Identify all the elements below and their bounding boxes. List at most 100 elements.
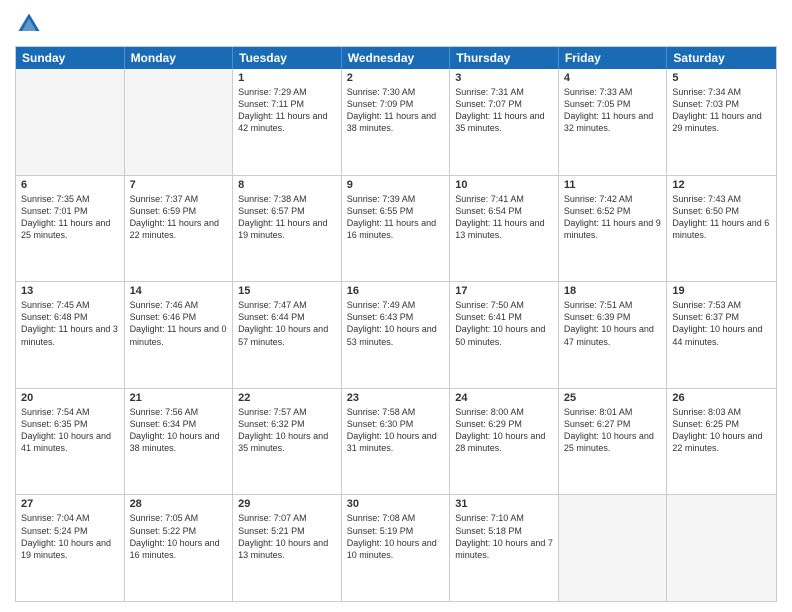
day-number: 9	[347, 179, 445, 191]
day-number: 29	[238, 498, 336, 510]
cell-info: Sunrise: 7:29 AM Sunset: 7:11 PM Dayligh…	[238, 86, 336, 135]
cal-cell	[667, 495, 776, 601]
cal-cell: 14 Sunrise: 7:46 AM Sunset: 6:46 PM Dayli…	[125, 282, 234, 388]
day-number: 17	[455, 285, 553, 297]
day-number: 28	[130, 498, 228, 510]
cell-info: Sunrise: 7:05 AM Sunset: 5:22 PM Dayligh…	[130, 512, 228, 561]
cell-info: Sunrise: 7:30 AM Sunset: 7:09 PM Dayligh…	[347, 86, 445, 135]
cal-row: 6Sunrise: 7:35 AM Sunset: 7:01 PM Daylig…	[16, 175, 776, 282]
cal-cell: 4Sunrise: 7:33 AM Sunset: 7:05 PM Daylig…	[559, 69, 668, 175]
cal-cell: 27 Sunrise: 7:04 AM Sunset: 5:24 PM Dayli…	[16, 495, 125, 601]
day-number: 8	[238, 179, 336, 191]
cell-info: Sunrise: 7:58 AM Sunset: 6:30 PM Dayligh…	[347, 406, 445, 455]
cell-info: Sunrise: 7:53 AM Sunset: 6:37 PM Dayligh…	[672, 299, 771, 348]
cell-info: Sunrise: 7:39 AM Sunset: 6:55 PM Dayligh…	[347, 193, 445, 242]
cell-info: Sunrise: 8:03 AM Sunset: 6:25 PM Dayligh…	[672, 406, 771, 455]
cal-cell: 22 Sunrise: 7:57 AM Sunset: 6:32 PM Dayli…	[233, 389, 342, 495]
cell-info: Sunrise: 8:01 AM Sunset: 6:27 PM Dayligh…	[564, 406, 662, 455]
day-number: 3	[455, 72, 553, 84]
day-number: 15	[238, 285, 336, 297]
day-number: 16	[347, 285, 445, 297]
cal-header-day: Tuesday	[233, 47, 342, 69]
cal-header-day: Monday	[125, 47, 234, 69]
cell-info: Sunrise: 7:31 AM Sunset: 7:07 PM Dayligh…	[455, 86, 553, 135]
page: SundayMondayTuesdayWednesdayThursdayFrid…	[0, 0, 792, 612]
day-number: 22	[238, 392, 336, 404]
logo-icon	[15, 10, 43, 38]
cal-cell: 21Sunrise: 7:56 AM Sunset: 6:34 PM Dayli…	[125, 389, 234, 495]
cell-info: Sunrise: 7:51 AM Sunset: 6:39 PM Dayligh…	[564, 299, 662, 348]
cal-header-day: Sunday	[16, 47, 125, 69]
cell-info: Sunrise: 7:49 AM Sunset: 6:43 PM Dayligh…	[347, 299, 445, 348]
day-number: 30	[347, 498, 445, 510]
cal-cell: 16 Sunrise: 7:49 AM Sunset: 6:43 PM Dayli…	[342, 282, 451, 388]
cal-cell: 26 Sunrise: 8:03 AM Sunset: 6:25 PM Dayli…	[667, 389, 776, 495]
day-number: 26	[672, 392, 771, 404]
cell-info: Sunrise: 7:54 AM Sunset: 6:35 PM Dayligh…	[21, 406, 119, 455]
cal-row: 27 Sunrise: 7:04 AM Sunset: 5:24 PM Dayli…	[16, 494, 776, 601]
day-number: 11	[564, 179, 662, 191]
day-number: 14	[130, 285, 228, 297]
cell-info: Sunrise: 7:34 AM Sunset: 7:03 PM Dayligh…	[672, 86, 771, 135]
cal-cell: 12 Sunrise: 7:43 AM Sunset: 6:50 PM Dayli…	[667, 176, 776, 282]
cal-header-day: Friday	[559, 47, 668, 69]
cell-info: Sunrise: 7:07 AM Sunset: 5:21 PM Dayligh…	[238, 512, 336, 561]
day-number: 18	[564, 285, 662, 297]
calendar-body: 1 Sunrise: 7:29 AM Sunset: 7:11 PM Daylig…	[16, 69, 776, 601]
cal-row: 20Sunrise: 7:54 AM Sunset: 6:35 PM Dayli…	[16, 388, 776, 495]
cal-cell	[125, 69, 234, 175]
day-number: 25	[564, 392, 662, 404]
cal-cell: 11 Sunrise: 7:42 AM Sunset: 6:52 PM Dayli…	[559, 176, 668, 282]
cal-cell: 5 Sunrise: 7:34 AM Sunset: 7:03 PM Daylig…	[667, 69, 776, 175]
cell-info: Sunrise: 7:04 AM Sunset: 5:24 PM Dayligh…	[21, 512, 119, 561]
day-number: 10	[455, 179, 553, 191]
day-number: 13	[21, 285, 119, 297]
cal-cell: 18 Sunrise: 7:51 AM Sunset: 6:39 PM Dayli…	[559, 282, 668, 388]
day-number: 23	[347, 392, 445, 404]
cal-cell: 2 Sunrise: 7:30 AM Sunset: 7:09 PM Daylig…	[342, 69, 451, 175]
cal-cell: 29 Sunrise: 7:07 AM Sunset: 5:21 PM Dayli…	[233, 495, 342, 601]
cal-row: 1 Sunrise: 7:29 AM Sunset: 7:11 PM Daylig…	[16, 69, 776, 175]
cal-cell: 20Sunrise: 7:54 AM Sunset: 6:35 PM Dayli…	[16, 389, 125, 495]
cell-info: Sunrise: 7:47 AM Sunset: 6:44 PM Dayligh…	[238, 299, 336, 348]
day-number: 27	[21, 498, 119, 510]
day-number: 2	[347, 72, 445, 84]
logo	[15, 10, 47, 38]
cal-cell: 13Sunrise: 7:45 AM Sunset: 6:48 PM Dayli…	[16, 282, 125, 388]
cell-info: Sunrise: 7:43 AM Sunset: 6:50 PM Dayligh…	[672, 193, 771, 242]
day-number: 5	[672, 72, 771, 84]
cal-cell: 30Sunrise: 7:08 AM Sunset: 5:19 PM Dayli…	[342, 495, 451, 601]
cal-cell: 6Sunrise: 7:35 AM Sunset: 7:01 PM Daylig…	[16, 176, 125, 282]
day-number: 31	[455, 498, 553, 510]
cal-cell: 25 Sunrise: 8:01 AM Sunset: 6:27 PM Dayli…	[559, 389, 668, 495]
cal-cell: 15 Sunrise: 7:47 AM Sunset: 6:44 PM Dayli…	[233, 282, 342, 388]
calendar-header: SundayMondayTuesdayWednesdayThursdayFrid…	[16, 47, 776, 69]
cal-cell: 8 Sunrise: 7:38 AM Sunset: 6:57 PM Daylig…	[233, 176, 342, 282]
cell-info: Sunrise: 7:33 AM Sunset: 7:05 PM Dayligh…	[564, 86, 662, 135]
day-number: 19	[672, 285, 771, 297]
day-number: 12	[672, 179, 771, 191]
cal-cell: 3 Sunrise: 7:31 AM Sunset: 7:07 PM Daylig…	[450, 69, 559, 175]
cal-cell: 28 Sunrise: 7:05 AM Sunset: 5:22 PM Dayli…	[125, 495, 234, 601]
cal-cell: 1 Sunrise: 7:29 AM Sunset: 7:11 PM Daylig…	[233, 69, 342, 175]
cal-row: 13Sunrise: 7:45 AM Sunset: 6:48 PM Dayli…	[16, 281, 776, 388]
cal-cell: 19 Sunrise: 7:53 AM Sunset: 6:37 PM Dayli…	[667, 282, 776, 388]
cal-cell: 24Sunrise: 8:00 AM Sunset: 6:29 PM Dayli…	[450, 389, 559, 495]
cell-info: Sunrise: 8:00 AM Sunset: 6:29 PM Dayligh…	[455, 406, 553, 455]
header	[15, 10, 777, 38]
day-number: 7	[130, 179, 228, 191]
cell-info: Sunrise: 7:57 AM Sunset: 6:32 PM Dayligh…	[238, 406, 336, 455]
cell-info: Sunrise: 7:10 AM Sunset: 5:18 PM Dayligh…	[455, 512, 553, 561]
cell-info: Sunrise: 7:37 AM Sunset: 6:59 PM Dayligh…	[130, 193, 228, 242]
day-number: 21	[130, 392, 228, 404]
cell-info: Sunrise: 7:38 AM Sunset: 6:57 PM Dayligh…	[238, 193, 336, 242]
cal-header-day: Thursday	[450, 47, 559, 69]
cell-info: Sunrise: 7:46 AM Sunset: 6:46 PM Dayligh…	[130, 299, 228, 348]
cal-cell	[559, 495, 668, 601]
cal-cell: 10Sunrise: 7:41 AM Sunset: 6:54 PM Dayli…	[450, 176, 559, 282]
cal-header-day: Saturday	[667, 47, 776, 69]
cal-header-day: Wednesday	[342, 47, 451, 69]
day-number: 1	[238, 72, 336, 84]
cal-cell: 23 Sunrise: 7:58 AM Sunset: 6:30 PM Dayli…	[342, 389, 451, 495]
cell-info: Sunrise: 7:42 AM Sunset: 6:52 PM Dayligh…	[564, 193, 662, 242]
